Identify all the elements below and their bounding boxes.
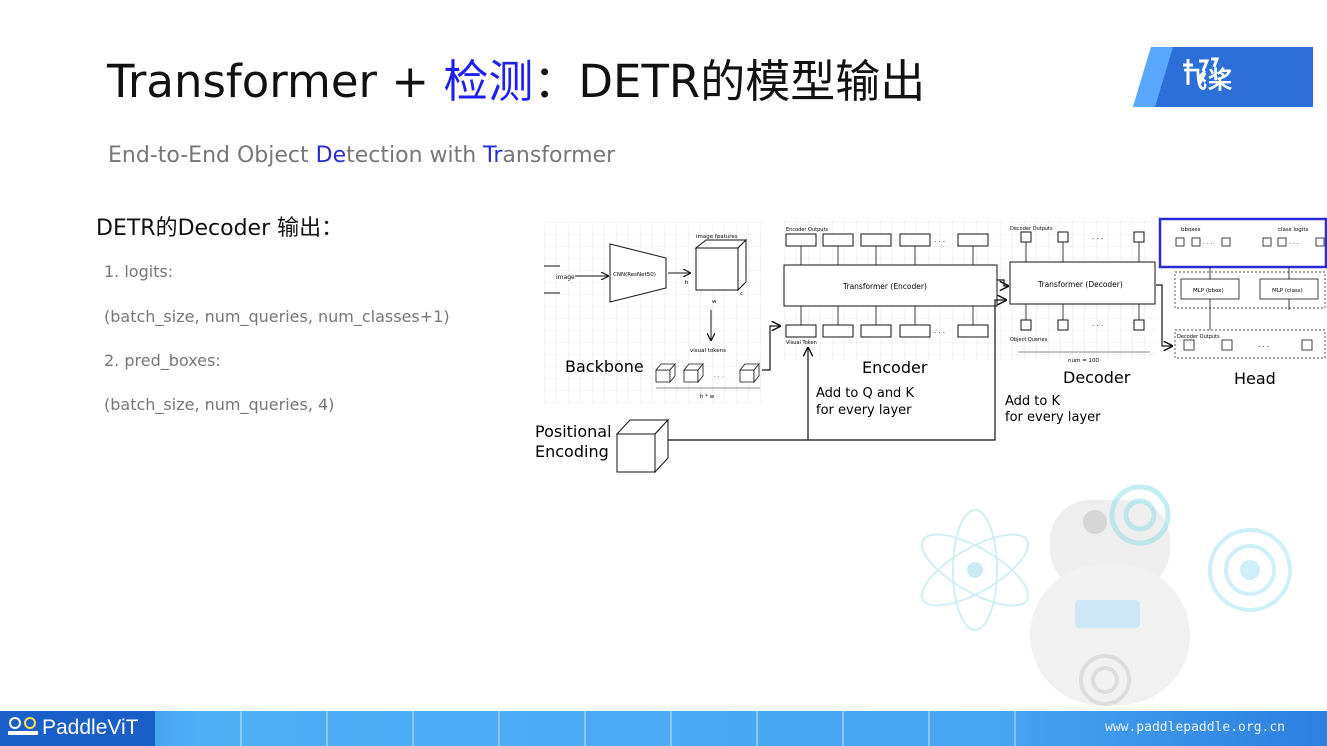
subtitle-highlight: De <box>315 143 347 168</box>
svg-text:MLP (bbox): MLP (bbox) <box>1193 288 1224 294</box>
slide-title: Transformer + 检测：DETR的模型输出 <box>107 52 925 112</box>
output-heading: DETR的Decoder 输出： <box>96 216 344 241</box>
positional-cube <box>615 418 670 474</box>
subtitle-part: End-to-End Object <box>108 143 316 168</box>
svg-text:Add to K: Add to K <box>1005 394 1060 409</box>
robot-decoration <box>920 484 1292 706</box>
title-highlight: 检测 <box>443 55 534 108</box>
svg-text:MLP (class): MLP (class) <box>1272 288 1303 294</box>
footer-url: www.paddlepaddle.org.cn <box>1105 720 1286 735</box>
svg-text:image features: image features <box>696 234 738 240</box>
svg-text:· · ·: · · · <box>934 238 945 246</box>
encoder-block-label: Transformer (Encoder) <box>842 282 927 291</box>
detr-diagram: image CNN(ResNet50) h image features w c… <box>535 217 1327 474</box>
decoder-block-label: Transformer (Decoder) <box>1037 280 1123 289</box>
footer-brand: PaddleViT <box>42 716 139 739</box>
svg-text:Decoder Outputs: Decoder Outputs <box>1010 226 1053 232</box>
svg-text:num = 100: num = 100 <box>1068 358 1099 364</box>
encoder-input-tokens <box>785 324 989 338</box>
svg-text:c: c <box>740 291 743 297</box>
output-line: 1. logits: <box>104 262 174 281</box>
svg-text:class logits: class logits <box>1278 227 1308 233</box>
svg-text:· · ·: · · · <box>1203 241 1213 248</box>
encoder-label: Encoder <box>862 358 928 377</box>
svg-text:h: h <box>685 280 689 286</box>
subtitle-highlight: Tr <box>483 143 503 168</box>
svg-text:Object Queries: Object Queries <box>1010 337 1048 343</box>
head-section: bboxes class logits · · · · · · MLP (bbo… <box>1158 217 1327 388</box>
svg-text:Encoder Outputs: Encoder Outputs <box>786 227 828 233</box>
output-line: 2. pred_boxes: <box>104 351 221 370</box>
svg-text:· · ·: · · · <box>1289 241 1299 248</box>
svg-text:w: w <box>712 299 717 305</box>
decoder-label: Decoder <box>1063 368 1131 387</box>
svg-text:for every layer: for every layer <box>816 403 912 418</box>
subtitle: End-to-End Object Detection with Transfo… <box>108 143 615 168</box>
svg-text:· · ·: · · · <box>934 329 945 337</box>
svg-text:· · ·: · · · <box>1258 343 1269 351</box>
output-line: (batch_size, num_queries, 4) <box>104 395 335 414</box>
title-rest: ：DETR的模型输出 <box>533 55 926 108</box>
svg-text:h * w: h * w <box>700 394 715 400</box>
svg-text:· · ·: · · · <box>1092 322 1103 330</box>
svg-text:for every layer: for every layer <box>1005 410 1101 425</box>
backbone-label: Backbone <box>565 357 644 376</box>
image-label: image <box>556 274 575 281</box>
encoder-output-tokens <box>785 233 989 247</box>
svg-text:· · ·: · · · <box>1092 235 1103 243</box>
svg-text:· · ·: · · · <box>713 373 724 381</box>
feature-cube <box>694 238 748 292</box>
svg-text:Positional: Positional <box>535 422 612 441</box>
svg-text:Encoding: Encoding <box>535 442 609 461</box>
subtitle-part: tection with <box>346 143 484 168</box>
logo-text: 飞桨 <box>1183 66 1233 94</box>
subtitle-part: ansformer <box>502 143 616 168</box>
output-line: (batch_size, num_queries, num_classes+1) <box>104 307 450 326</box>
svg-text:bboxes: bboxes <box>1181 227 1201 233</box>
svg-text:Visual Token: Visual Token <box>786 340 817 346</box>
svg-text:visual tokens: visual tokens <box>690 348 726 354</box>
svg-text:Add to Q and K: Add to Q and K <box>816 386 914 401</box>
head-label: Head <box>1234 369 1276 388</box>
svg-text:Decoder Outputs: Decoder Outputs <box>1177 334 1220 340</box>
cnn-label: CNN(ResNet50) <box>613 272 656 278</box>
title-prefix: Transformer + <box>107 55 444 108</box>
